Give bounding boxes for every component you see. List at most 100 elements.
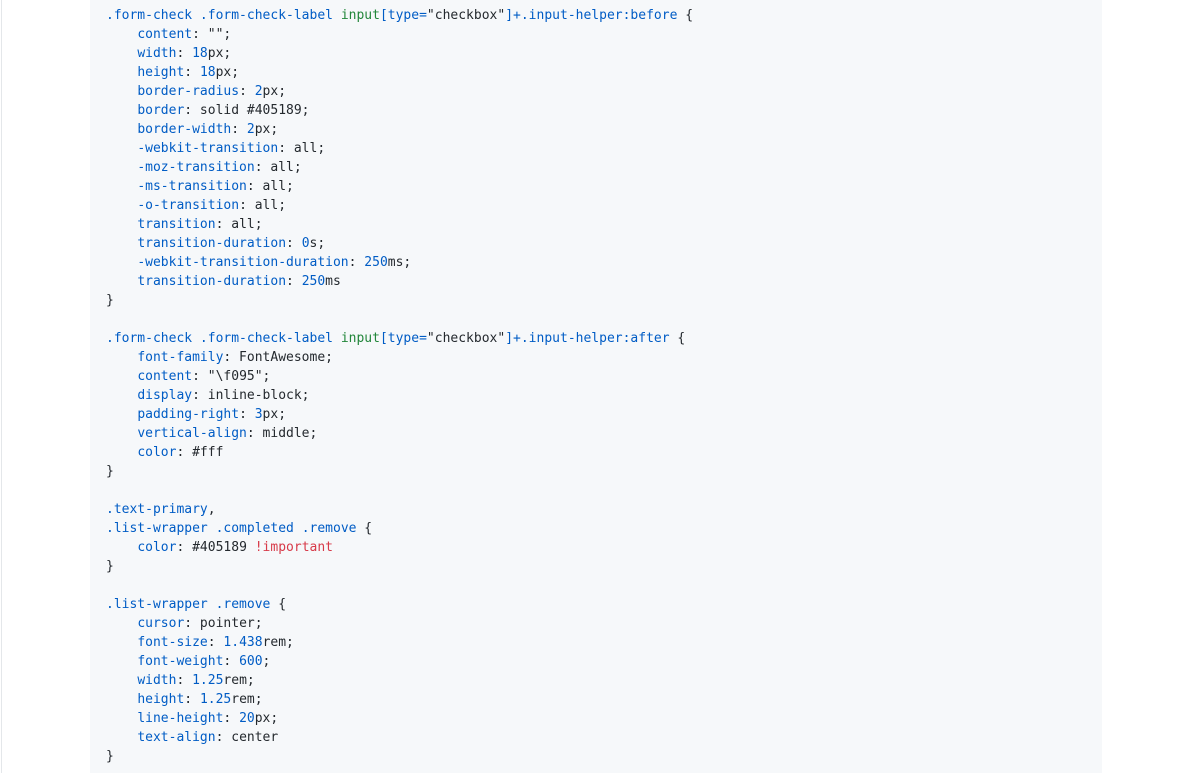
code-token: 20 xyxy=(239,711,255,726)
code-token: input xyxy=(340,8,380,23)
code-line: text-align: center xyxy=(106,728,693,747)
code-token: 250 xyxy=(364,255,388,270)
code-token: : xyxy=(207,635,224,650)
code-line: } xyxy=(106,557,693,576)
code-token: : all; xyxy=(254,160,302,175)
code-token: line-height xyxy=(137,711,224,726)
code-token: : xyxy=(176,46,193,61)
code-token: .list-wrapper xyxy=(106,597,208,612)
code-token: padding-right xyxy=(137,407,240,422)
code-token: { xyxy=(669,331,686,346)
code-token: .text-primary xyxy=(106,502,208,517)
code-token: color xyxy=(137,445,177,460)
code-token: : solid #405189; xyxy=(184,103,310,118)
code-token: font-size xyxy=(137,635,208,650)
code-token: : all; xyxy=(239,198,287,213)
code-token: : xyxy=(348,255,365,270)
code-line: padding-right: 3px; xyxy=(106,405,693,424)
code-token: : middle; xyxy=(246,426,318,441)
code-line: vertical-align: middle; xyxy=(106,424,693,443)
code-token: transition-duration xyxy=(137,236,287,251)
code-line: font-weight: 600; xyxy=(106,652,693,671)
code-token: rem; xyxy=(262,635,294,650)
code-token: ms; xyxy=(387,255,412,270)
code-token: ms xyxy=(325,274,341,289)
code-token: font-weight xyxy=(137,654,224,669)
code-token: : xyxy=(184,65,200,80)
code-token: : center xyxy=(215,730,279,745)
code-token: .form-check-label xyxy=(199,331,333,346)
code-line: line-height: 20px; xyxy=(106,709,693,728)
code-line: } xyxy=(106,747,693,766)
code-token: input xyxy=(340,331,380,346)
code-line: } xyxy=(106,291,693,310)
code-token: 3 xyxy=(254,407,263,422)
code-token: -webkit-transition-duration xyxy=(137,255,349,270)
code-token: 0 xyxy=(301,236,310,251)
code-token: : xyxy=(223,654,240,669)
code-token: { xyxy=(677,8,694,23)
code-token: 250 xyxy=(301,274,326,289)
code-block[interactable]: .form-check .form-check-label input[type… xyxy=(90,0,1102,773)
code-token: px; xyxy=(215,65,240,80)
code-line: content: "\f095"; xyxy=(106,367,693,386)
code-token: s; xyxy=(309,236,326,251)
code-token: : "\f095"; xyxy=(192,369,271,384)
code-token: "checkbox" xyxy=(426,8,506,23)
code-token: : #fff xyxy=(176,445,224,460)
code-token: transition xyxy=(137,217,216,232)
code-token: .form-check xyxy=(106,8,193,23)
code-token: : ""; xyxy=(192,27,232,42)
code-line: content: ""; xyxy=(106,25,693,44)
code-line: transition: all; xyxy=(106,215,693,234)
code-line: -webkit-transition: all; xyxy=(106,139,693,158)
code-token: .form-check-label xyxy=(199,8,333,23)
code-token: content xyxy=(137,369,193,384)
code-token: px; xyxy=(262,407,287,422)
code-line: -ms-transition: all; xyxy=(106,177,693,196)
code-token: width xyxy=(137,46,177,61)
code-line: -webkit-transition-duration: 250ms; xyxy=(106,253,693,272)
code-token: .form-check xyxy=(106,331,193,346)
code-token: px; xyxy=(254,122,279,137)
code-token: [type= xyxy=(379,331,427,346)
code-token: : all; xyxy=(246,179,294,194)
code-token: rem; xyxy=(223,673,255,688)
code-line: color: #fff xyxy=(106,443,693,462)
code-token: -o-transition xyxy=(137,198,240,213)
code-line: .text-primary, xyxy=(106,500,693,519)
code-token: : all; xyxy=(215,217,263,232)
code-token: : inline-block; xyxy=(192,388,310,403)
code-token: } xyxy=(106,559,114,574)
code-token: : xyxy=(184,692,200,707)
code-token: : xyxy=(176,673,193,688)
code-token: px; xyxy=(262,84,287,99)
code-token: } xyxy=(106,749,114,764)
code-token: 2 xyxy=(246,122,255,137)
code-token: px; xyxy=(207,46,232,61)
code-token: 2 xyxy=(254,84,263,99)
code-line: .list-wrapper .remove { xyxy=(106,595,693,614)
